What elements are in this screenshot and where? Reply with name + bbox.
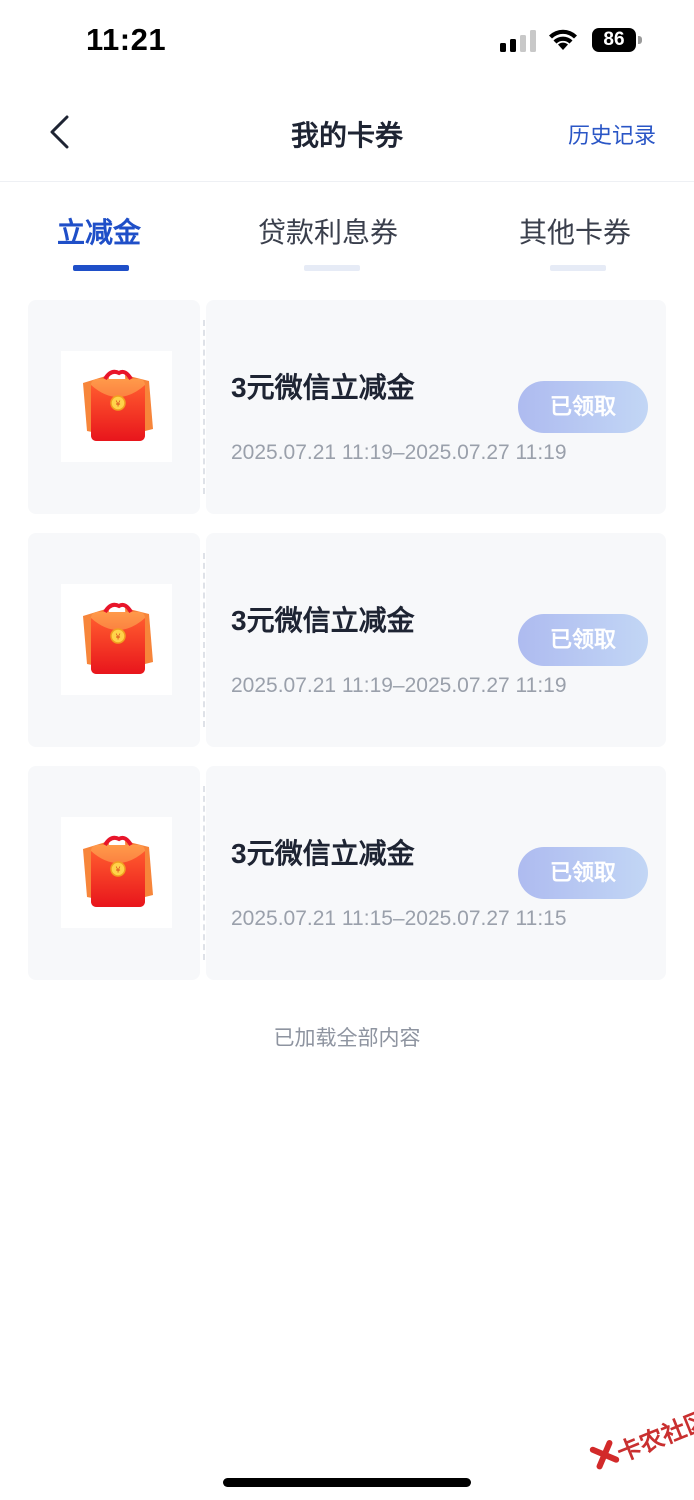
coupon-card[interactable]: ¥ 3元微信立减金 2025.07.21 11:19–2025.07.27 11…	[28, 533, 666, 747]
claimed-button[interactable]: 已领取	[518, 614, 648, 666]
coupon-list: ¥ 3元微信立减金 2025.07.21 11:19–2025.07.27 11…	[28, 300, 666, 999]
home-indicator	[223, 1478, 471, 1487]
coupon-title: 3元微信立减金	[231, 372, 415, 403]
svg-text:¥: ¥	[115, 400, 120, 409]
tab-instant-discount[interactable]: 立减金	[57, 211, 141, 251]
tab-indicator	[304, 265, 360, 271]
cellular-signal-icon	[500, 30, 536, 52]
coupon-validity: 2025.07.21 11:19–2025.07.27 11:19	[231, 674, 567, 697]
watermark: 卡农社区	[575, 1387, 694, 1500]
tab-indicator-active	[73, 265, 129, 271]
coupon-title: 3元微信立减金	[231, 838, 415, 869]
red-envelope-icon: ¥	[61, 584, 172, 695]
tab-indicator	[550, 265, 606, 271]
claimed-button[interactable]: 已领取	[518, 381, 648, 433]
svg-text:¥: ¥	[115, 633, 120, 642]
all-loaded-text: 已加载全部内容	[273, 1027, 421, 1050]
coupon-validity: 2025.07.21 11:15–2025.07.27 11:15	[231, 907, 567, 930]
tab-other-coupons[interactable]: 其他卡券	[519, 211, 631, 251]
svg-text:¥: ¥	[115, 866, 120, 875]
history-link[interactable]: 历史记录	[568, 118, 656, 150]
tab-loan-interest-coupon[interactable]: 贷款利息券	[258, 211, 398, 251]
status-time: 11:21	[86, 22, 167, 57]
battery-icon: 86	[592, 28, 642, 52]
battery-level: 86	[592, 28, 636, 52]
coupon-card[interactable]: ¥ 3元微信立减金 2025.07.21 11:15–2025.07.27 11…	[28, 766, 666, 980]
claimed-button[interactable]: 已领取	[518, 847, 648, 899]
wifi-icon	[549, 29, 577, 50]
watermark-text: 卡农社区	[613, 1406, 694, 1468]
coupon-validity: 2025.07.21 11:19–2025.07.27 11:19	[231, 441, 567, 464]
coupon-card[interactable]: ¥ 3元微信立减金 2025.07.21 11:19–2025.07.27 11…	[28, 300, 666, 514]
red-envelope-icon: ¥	[61, 351, 172, 462]
coupon-tabs: 立减金 贷款利息券 其他卡券	[0, 183, 694, 283]
red-envelope-icon: ¥	[61, 817, 172, 928]
status-bar: 11:21 86	[0, 0, 694, 84]
nav-bar: 我的卡券 历史记录	[0, 84, 694, 182]
coupon-title: 3元微信立减金	[231, 605, 415, 636]
